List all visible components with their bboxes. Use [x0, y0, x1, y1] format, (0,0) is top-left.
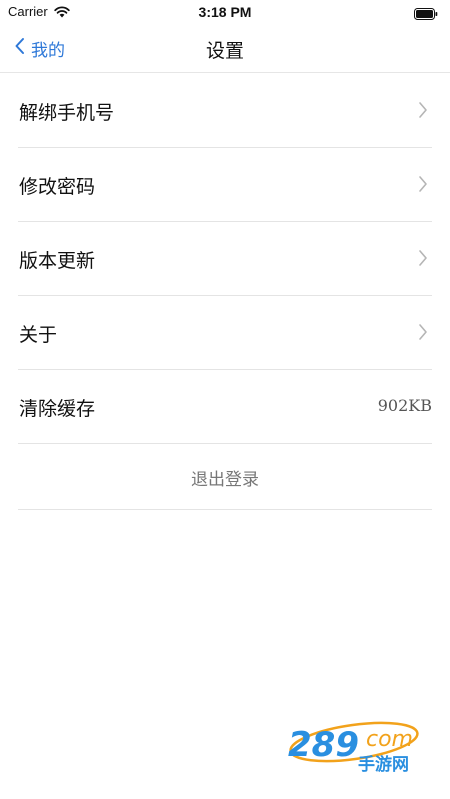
watermark-logo: 289 com 手游网	[282, 716, 432, 776]
setting-unbind-phone[interactable]: 解绑手机号	[0, 74, 450, 148]
cache-size-value: 902KB	[377, 396, 432, 415]
svg-text:手游网: 手游网	[358, 754, 409, 775]
logout-label: 退出登录	[191, 470, 259, 490]
setting-label: 关于	[19, 324, 58, 346]
status-bar: Carrier 3:18 PM	[0, 0, 450, 24]
battery-icon	[414, 5, 438, 20]
setting-label: 解绑手机号	[19, 102, 115, 124]
setting-change-password[interactable]: 修改密码	[0, 148, 450, 222]
logout-button[interactable]: 退出登录	[0, 444, 450, 510]
settings-list: 解绑手机号 修改密码 版本更新 关于 清除缓存 902KB 退出登录	[0, 74, 450, 510]
setting-clear-cache[interactable]: 清除缓存 902KB	[0, 370, 450, 444]
chevron-right-icon	[418, 323, 428, 341]
setting-label: 版本更新	[19, 250, 96, 272]
setting-label: 修改密码	[19, 176, 96, 198]
page-title: 设置	[205, 40, 244, 62]
svg-text:289: 289	[288, 725, 359, 765]
svg-text:com: com	[366, 727, 413, 752]
setting-about[interactable]: 关于	[0, 296, 450, 370]
nav-divider	[0, 72, 450, 73]
navigation-bar: 我的 设置	[0, 26, 450, 70]
status-time: 3:18 PM	[198, 4, 252, 20]
chevron-right-icon	[418, 175, 428, 193]
setting-version-update[interactable]: 版本更新	[0, 222, 450, 296]
chevron-right-icon	[418, 101, 428, 119]
setting-label: 清除缓存	[19, 398, 96, 420]
chevron-right-icon	[418, 249, 428, 267]
row-divider	[18, 509, 432, 510]
